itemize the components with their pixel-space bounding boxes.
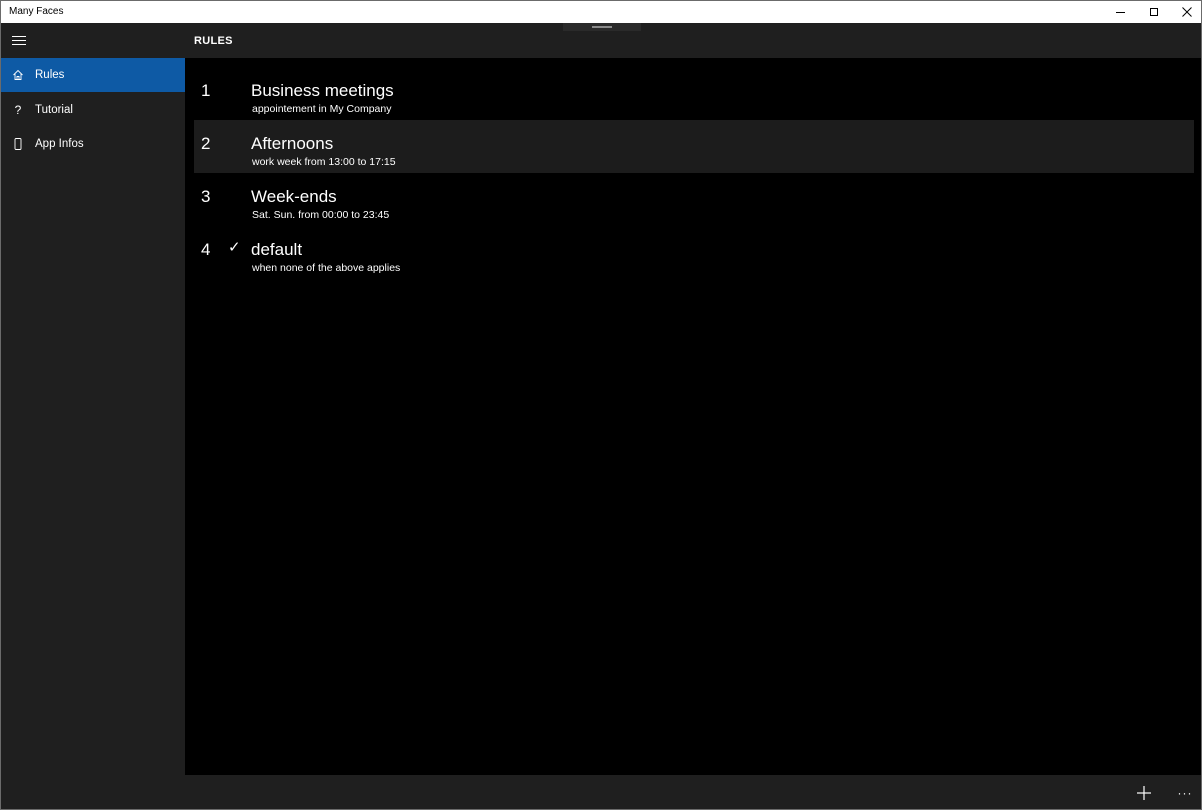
rule-description: appointement in My Company: [252, 103, 392, 115]
app-window: Many Faces Rules ? Tutorial App Infos RU…: [0, 0, 1202, 810]
rule-number: 2: [201, 134, 211, 153]
close-button[interactable]: [1170, 1, 1202, 23]
hamburger-icon: [12, 36, 26, 37]
hamburger-icon-line: [12, 44, 26, 45]
command-bar: ···: [1, 775, 1201, 809]
rule-number: 3: [201, 187, 211, 206]
question-icon: ?: [14, 103, 22, 117]
ellipsis-icon: ···: [1177, 786, 1193, 800]
page-title: RULES: [194, 35, 233, 47]
rule-name: Afternoons: [251, 134, 334, 153]
rule-number: 4: [201, 240, 211, 259]
more-options-button[interactable]: ···: [1173, 780, 1197, 806]
navigation-pane: Rules ? Tutorial App Infos: [1, 23, 185, 775]
rule-name: Business meetings: [251, 81, 394, 100]
minimize-icon: [1116, 11, 1125, 13]
rule-item[interactable]: 1 Business meetings appointement in My C…: [194, 67, 1194, 120]
rule-number: 1: [201, 81, 211, 100]
sidebar-item-label: Rules: [35, 69, 65, 81]
maximize-icon: [1149, 8, 1158, 16]
minimize-button[interactable]: [1104, 1, 1137, 23]
add-rule-button[interactable]: [1131, 780, 1157, 806]
rule-description: when none of the above applies: [252, 262, 401, 274]
page-header: RULES: [185, 23, 1201, 58]
checkmark-icon: ✓: [228, 239, 241, 256]
sidebar-item-label: App Infos: [35, 138, 84, 150]
rule-item[interactable]: 3 Week-ends Sat. Sun. from 00:00 to 23:4…: [194, 173, 1194, 226]
maximize-button[interactable]: [1137, 1, 1170, 23]
rule-name: Week-ends: [251, 187, 337, 206]
rule-description: work week from 13:00 to 17:15: [252, 156, 396, 168]
rules-list: 1 Business meetings appointement in My C…: [185, 58, 1201, 775]
drag-handle[interactable]: [563, 23, 641, 31]
hamburger-menu-button[interactable]: [1, 23, 37, 58]
sidebar-item-tutorial[interactable]: ? Tutorial: [1, 93, 185, 127]
rule-description: Sat. Sun. from 00:00 to 23:45: [252, 209, 390, 221]
close-icon: [1181, 7, 1192, 17]
sidebar-item-label: Tutorial: [35, 104, 73, 116]
grip-icon: [592, 26, 612, 28]
sidebar-item-rules[interactable]: Rules: [1, 58, 185, 92]
phone-icon: [1, 138, 35, 150]
window-title: Many Faces: [9, 6, 64, 17]
rule-item[interactable]: 4 ✓ default when none of the above appli…: [194, 226, 1194, 279]
sidebar-item-app-infos[interactable]: App Infos: [1, 127, 185, 161]
title-bar[interactable]: Many Faces: [1, 1, 1201, 23]
plus-icon: [1137, 786, 1151, 800]
rule-name: default: [251, 240, 303, 259]
home-icon: [1, 69, 35, 81]
rule-item[interactable]: 2 Afternoons work week from 13:00 to 17:…: [194, 120, 1194, 173]
hamburger-icon-line: [12, 40, 26, 41]
